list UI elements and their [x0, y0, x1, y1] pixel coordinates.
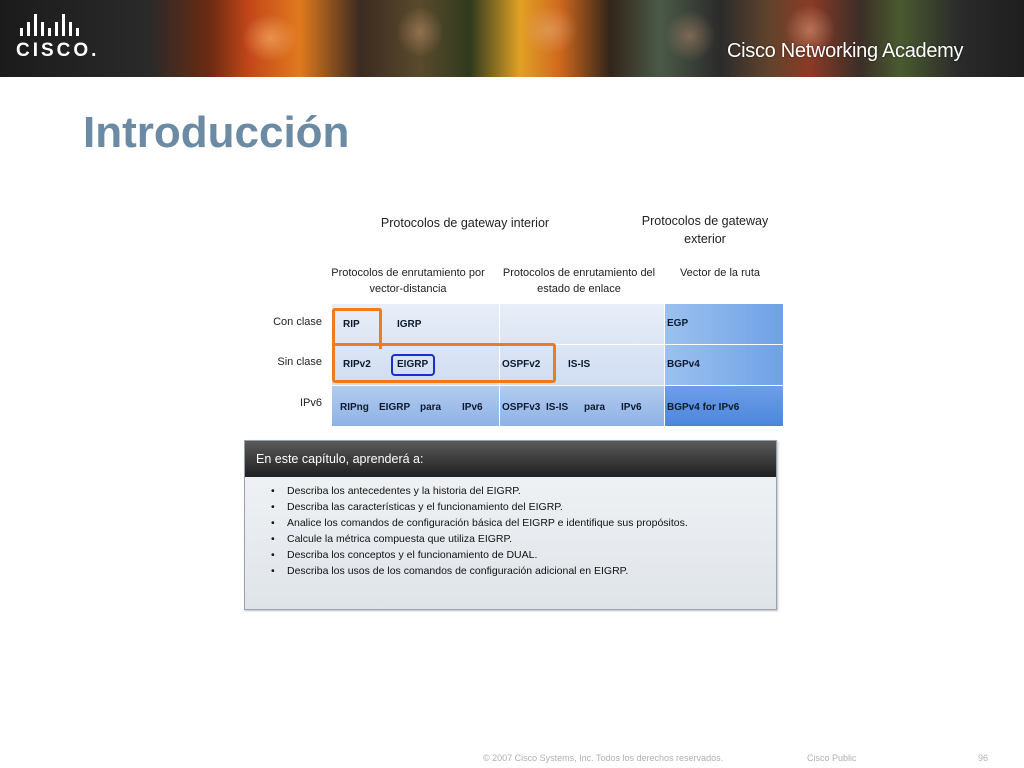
objectives-heading: En este capítulo, aprenderá a: — [245, 441, 776, 477]
cell-ripng: RIPng — [340, 402, 369, 413]
slide-title: Introducción — [83, 108, 350, 157]
exterior-header-line2: exterior — [684, 232, 726, 246]
cell-isis: IS-IS — [568, 359, 591, 370]
ls-header-line1: Protocolos de enrutamiento del — [502, 267, 656, 279]
cell-eigrp-ipv6-b: para — [420, 402, 442, 413]
header-banner: CISCO. Cisco Networking Academy — [0, 0, 1024, 77]
cell-eigrp-ipv6-a: EIGRP — [379, 402, 411, 413]
row-label-classful: Con clase — [273, 316, 322, 328]
objective-item: Calcule la métrica compuesta que utiliza… — [271, 531, 776, 547]
cell-eigrp-ipv6-c: IPv6 — [462, 402, 483, 413]
column-separator — [664, 304, 665, 426]
objectives-list: Describa los antecedentes y la historia … — [245, 483, 776, 579]
row-label-classless: Sin clase — [277, 356, 322, 368]
banner-photo-strip — [150, 0, 1024, 77]
objective-item: Analice los comandos de configuración bá… — [271, 515, 776, 531]
cell-bgpv4: BGPv4 — [667, 359, 700, 370]
footer-classification: Cisco Public — [807, 753, 857, 763]
path-vector-header: Vector de la ruta — [679, 267, 761, 279]
cell-isis-ipv6-c: IPv6 — [621, 402, 642, 413]
footer-copyright: © 2007 Cisco Systems, Inc. Todos los der… — [483, 753, 724, 763]
protocol-figure: Protocolos de gateway interior Protocolo… — [260, 205, 800, 435]
academy-brand: Cisco Networking Academy — [727, 40, 964, 62]
dv-header-line1: Protocolos de enrutamiento por — [331, 267, 485, 279]
exterior-gateway-header: Protocolos de gateway exterior — [630, 212, 780, 248]
objective-item: Describa los antecedentes y la historia … — [271, 483, 776, 499]
cisco-logo-text: CISCO. — [16, 40, 100, 61]
link-state-header: Protocolos de enrutamiento del estado de… — [498, 265, 660, 297]
objectives-panel: En este capítulo, aprenderá a: Describa … — [244, 440, 777, 610]
footer-page-number: 96 — [978, 753, 989, 763]
dv-header-line2: vector-distancia — [369, 283, 447, 295]
eigrp-highlight — [391, 354, 435, 376]
interior-gateway-header: Protocolos de gateway interior — [380, 216, 550, 230]
distance-vector-header: Protocolos de enrutamiento por vector-di… — [328, 265, 488, 297]
exterior-header-line1: Protocolos de gateway — [641, 214, 769, 228]
cisco-logo: CISCO. — [16, 14, 116, 64]
objective-item: Describa las características y el funcio… — [271, 499, 776, 515]
cell-isis-ipv6-b: para — [584, 402, 606, 413]
row-label-ipv6: IPv6 — [299, 397, 322, 409]
cell-bgp-ipv6: BGPv4 for IPv6 — [667, 402, 740, 413]
objective-item: Describa los conceptos y el funcionamien… — [271, 547, 776, 563]
cell-egp: EGP — [667, 318, 689, 329]
cell-isis-ipv6-a: IS-IS — [546, 402, 569, 413]
eigrp-lineage-highlight — [332, 343, 556, 383]
row-separator — [332, 385, 783, 386]
cell-ospfv3: OSPFv3 — [502, 402, 541, 413]
cell-igrp: IGRP — [397, 319, 422, 330]
ls-header-line2: estado de enlace — [537, 283, 621, 295]
objective-item: Describa los usos de los comandos de con… — [271, 563, 776, 579]
cisco-logo-bars-icon — [20, 14, 116, 36]
